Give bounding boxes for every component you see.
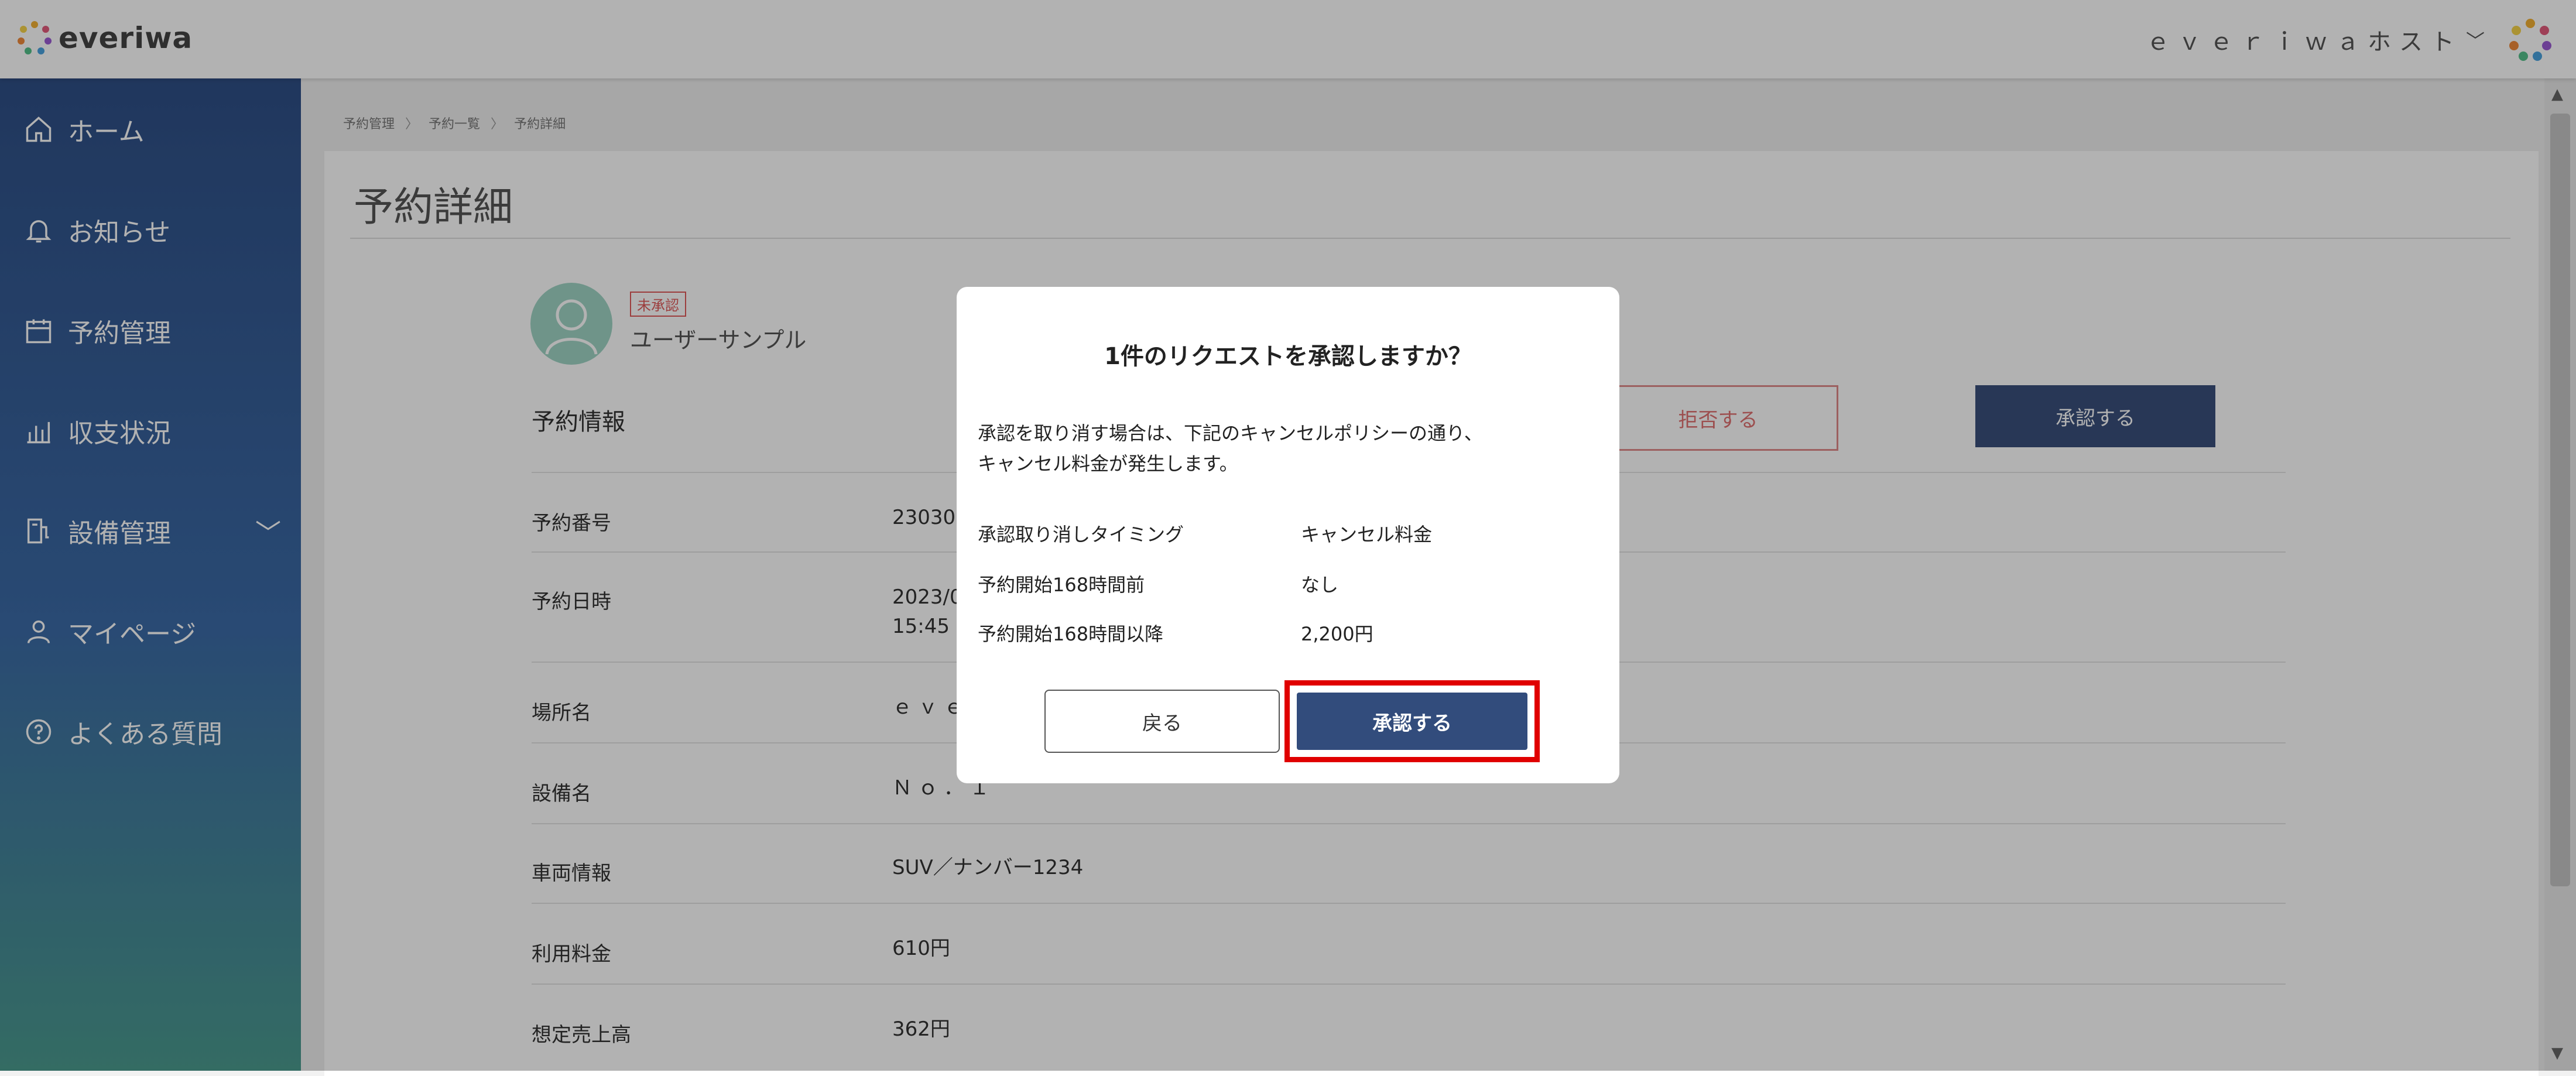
policy-header-timing: 承認取り消しタイミング [978, 523, 1184, 546]
dialog-title: 1件のリクエストを承認しますか？ [1104, 343, 1472, 370]
dialog-message-line: キャンセル料金が発生します。 [978, 453, 1238, 475]
highlight-box: 承認する [1284, 680, 1540, 762]
policy-timing: 予約開始168時間前 [978, 574, 1145, 596]
dialog-message: 承認を取り消す場合は、下記のキャンセルポリシーの通り、 キャンセル料金が発生しま… [978, 418, 1483, 479]
policy-fee: なし [1301, 574, 1339, 596]
dialog-message-line: 承認を取り消す場合は、下記のキャンセルポリシーの通り、 [978, 422, 1483, 444]
approve-confirm-dialog: 1件のリクエストを承認しますか？ 承認を取り消す場合は、下記のキャンセルポリシー… [957, 287, 1619, 783]
back-button[interactable]: 戻る [1044, 690, 1280, 753]
policy-timing: 予約開始168時間以降 [978, 623, 1164, 645]
policy-fee: 2,200円 [1301, 623, 1373, 645]
confirm-approve-button[interactable]: 承認する [1297, 693, 1527, 750]
policy-header-fee: キャンセル料金 [1301, 523, 1433, 546]
